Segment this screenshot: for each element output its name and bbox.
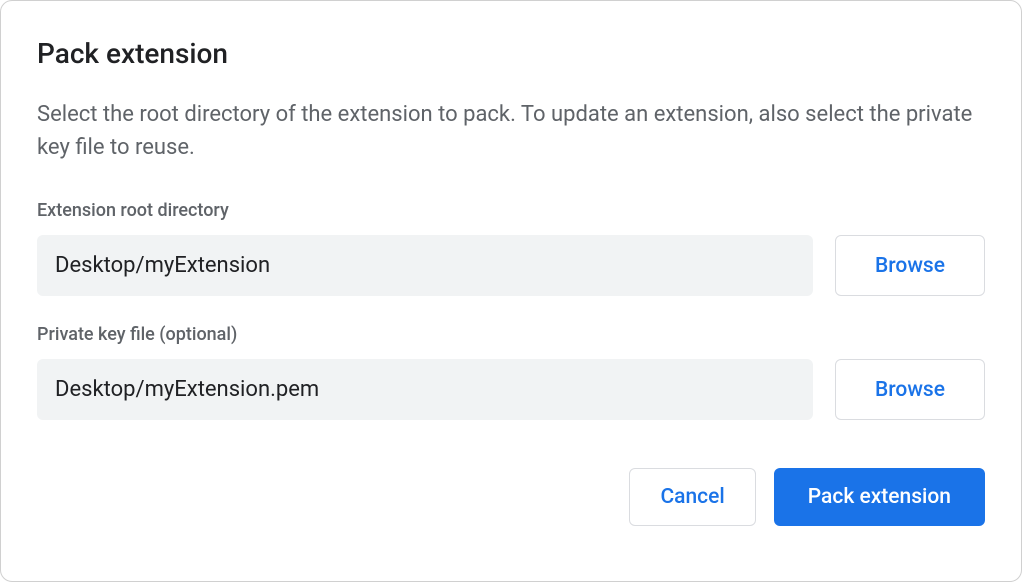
dialog-footer: Cancel Pack extension (37, 468, 985, 526)
dialog-title: Pack extension (37, 37, 985, 70)
root-directory-field: Extension root directory Browse (37, 200, 985, 296)
root-directory-row: Browse (37, 235, 985, 296)
root-directory-label: Extension root directory (37, 200, 985, 221)
private-key-input[interactable] (37, 359, 813, 420)
pack-extension-dialog: Pack extension Select the root directory… (0, 0, 1022, 582)
root-directory-browse-button[interactable]: Browse (835, 235, 985, 296)
private-key-label: Private key file (optional) (37, 324, 985, 345)
private-key-row: Browse (37, 359, 985, 420)
pack-extension-button[interactable]: Pack extension (774, 468, 985, 526)
dialog-description: Select the root directory of the extensi… (37, 98, 977, 164)
private-key-browse-button[interactable]: Browse (835, 359, 985, 420)
root-directory-input[interactable] (37, 235, 813, 296)
cancel-button[interactable]: Cancel (629, 468, 755, 526)
private-key-field: Private key file (optional) Browse (37, 324, 985, 420)
